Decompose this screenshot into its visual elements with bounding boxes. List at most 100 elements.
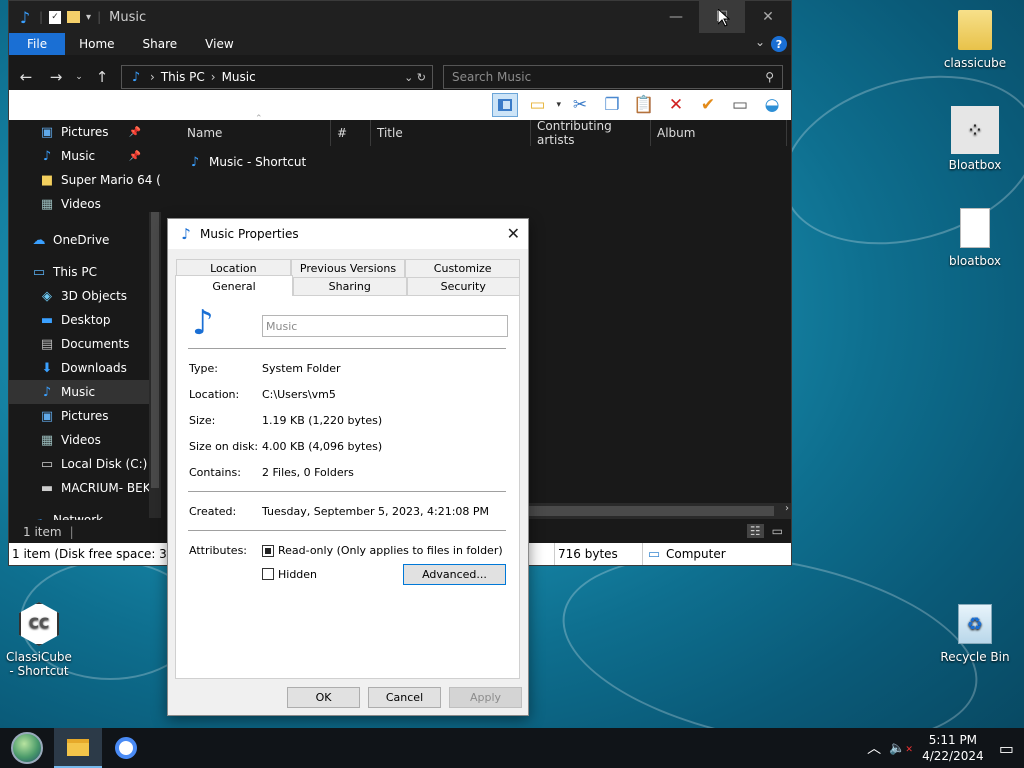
tab-general[interactable]: General — [175, 275, 293, 296]
up-button[interactable]: ↑ — [91, 68, 113, 86]
checkmark-icon[interactable]: ✔ — [695, 93, 721, 117]
breadcrumb-this-pc[interactable]: This PC — [161, 70, 205, 84]
cancel-button[interactable]: Cancel — [368, 687, 441, 708]
breadcrumb-music[interactable]: Music — [222, 70, 256, 84]
size-status: 716 bytes — [555, 543, 643, 565]
desktop-icon-classicube-shortcut[interactable]: CC ClassiCube - Shortcut — [3, 602, 75, 678]
delete-icon[interactable]: ✕ — [663, 93, 689, 117]
breadcrumb-chevron-icon[interactable]: › — [211, 70, 216, 84]
apply-button[interactable]: Apply — [449, 687, 522, 708]
column-headers: Name # Title Contributing artists Album … — [167, 114, 791, 147]
prop-type: Type: System Folder — [189, 362, 341, 375]
sidebar-item-this-pc[interactable]: ▭ This PC — [9, 260, 149, 284]
address-dropdown-icon[interactable]: ⌄ ↻ — [404, 71, 426, 84]
new-folder-dropdown[interactable]: ▾ — [556, 100, 561, 110]
folder-name-field[interactable]: Music — [262, 315, 508, 337]
column-name[interactable]: Name — [167, 120, 331, 146]
readonly-checkbox[interactable]: Read-only (Only applies to files in fold… — [262, 544, 503, 557]
large-icons-view-icon[interactable]: ▭ — [772, 524, 783, 538]
sidebar-item-3d-objects[interactable]: ◈ 3D Objects — [9, 284, 149, 308]
column-contributing-artists[interactable]: Contributing artists — [531, 119, 651, 147]
address-bar[interactable]: ♪ › This PC › Music ⌄ ↻ — [121, 65, 433, 89]
properties-dialog[interactable]: ♪ Music Properties ✕ Location Previous V… — [167, 218, 529, 716]
close-button[interactable]: ✕ — [745, 1, 791, 33]
desktop-icon-label: Bloatbox — [948, 158, 1002, 172]
sidebar-item-downloads[interactable]: ⬇ Downloads — [9, 356, 149, 380]
sidebar-item-videos[interactable]: ▦ Videos — [9, 428, 149, 452]
sidebar-item-documents[interactable]: ▤ Documents — [9, 332, 149, 356]
show-hidden-icons-chevron-icon[interactable]: ︿ — [867, 738, 881, 758]
start-button[interactable] — [0, 728, 54, 768]
back-button[interactable]: ← — [15, 68, 37, 86]
new-folder-icon[interactable] — [67, 11, 81, 23]
recent-locations-dropdown[interactable]: ⌄ — [75, 72, 83, 82]
new-folder-icon[interactable]: ▭ — [524, 93, 550, 117]
shell-icon[interactable]: ◒ — [759, 93, 785, 117]
tab-previous-versions[interactable]: Previous Versions — [290, 259, 406, 277]
cut-icon[interactable]: ✂ — [567, 93, 593, 117]
column-number[interactable]: # — [331, 120, 371, 146]
quick-access-dropdown[interactable]: ▾ — [86, 12, 91, 23]
clock[interactable]: 5:11 PM 4/22/2024 — [921, 732, 985, 764]
tab-sharing[interactable]: Sharing — [293, 277, 407, 295]
volume-muted-icon[interactable]: 🔈✕ — [889, 741, 913, 756]
tab-customize[interactable]: Customize — [405, 259, 521, 277]
sidebar-item-desktop[interactable]: ▬ Desktop — [9, 308, 149, 332]
dialog-titlebar[interactable]: ♪ Music Properties ✕ — [168, 219, 528, 249]
advanced-button[interactable]: Advanced... — [403, 564, 506, 585]
sidebar-item-label: Documents — [61, 337, 130, 351]
navigation-pane[interactable]: ▣ Pictures 📌 ♪ Music 📌 ■ Super Mario 64 (▦ Video… — [9, 120, 163, 520]
ribbon-expand-icon[interactable]: ⌄ — [755, 35, 765, 49]
column-title[interactable]: Title — [371, 120, 531, 146]
help-icon[interactable]: ? — [771, 36, 787, 52]
checkbox-icon[interactable] — [262, 568, 274, 580]
tab-home[interactable]: Home — [65, 33, 128, 55]
tab-share[interactable]: Share — [129, 33, 192, 55]
explorer-titlebar[interactable]: ♪ | ✓ ▾ | Music — ☐ ✕ — [9, 1, 791, 33]
forward-button[interactable]: → — [45, 68, 67, 86]
checkbox-icon[interactable] — [262, 544, 274, 557]
desktop-icon-bloatbox-app[interactable]: ⁘ Bloatbox — [939, 106, 1011, 172]
copy-icon[interactable]: ❐ — [599, 93, 625, 117]
tab-view[interactable]: View — [191, 33, 247, 55]
sidebar-item-music[interactable]: ♪ Music — [9, 380, 149, 404]
preview-pane-icon[interactable] — [492, 93, 519, 117]
properties-icon[interactable]: ✓ — [49, 10, 62, 24]
sidebar-item-macrium-bek[interactable]: ▬ MACRIUM- BEK — [9, 476, 151, 500]
notification-icon[interactable]: ▭ — [999, 739, 1014, 758]
list-item[interactable]: ♪ Music - Shortcut — [167, 150, 791, 174]
sidebar-item-label: Music — [61, 149, 96, 163]
sidebar-item-onedrive[interactable]: ☁ OneDrive — [9, 228, 149, 252]
tab-file[interactable]: File — [9, 33, 66, 55]
paste-icon[interactable]: 📋 — [631, 93, 657, 117]
dialog-close-icon[interactable]: ✕ — [507, 224, 520, 243]
sidebar-item-pictures[interactable]: ▣ Pictures 📌 — [9, 120, 149, 144]
hidden-checkbox[interactable]: Hidden — [262, 568, 317, 581]
chrome-icon — [115, 737, 137, 759]
music-note-icon: ♪ — [42, 148, 52, 164]
cube-icon: ◈ — [42, 288, 52, 304]
desktop-icon-classicube-folder[interactable]: classicube — [939, 8, 1011, 70]
breadcrumb-chevron-icon[interactable]: › — [150, 70, 155, 84]
sidebar-item-local-disk-c[interactable]: ▭ Local Disk (C:) — [9, 452, 149, 476]
sidebar-item-super-mario-64[interactable]: ■ Super Mario 64 ( — [9, 168, 161, 192]
details-view-icon[interactable]: ☷ — [746, 524, 764, 538]
ok-button[interactable]: OK — [287, 687, 360, 708]
sidebar-item-videos[interactable]: ▦ Videos — [9, 192, 149, 216]
desktop-icon-bloatbox-file[interactable]: bloatbox — [939, 206, 1011, 268]
prop-value: System Folder — [262, 362, 341, 375]
tab-security[interactable]: Security — [406, 277, 520, 295]
horizontal-scrollbar[interactable]: › — [529, 503, 791, 519]
column-album[interactable]: Album — [651, 120, 787, 146]
sidebar-item-label: Pictures — [61, 409, 109, 423]
sidebar-item-music[interactable]: ♪ Music 📌 — [9, 144, 149, 168]
sidebar-item-network[interactable]: ☁ Network — [9, 508, 149, 521]
sidebar-item-pictures[interactable]: ▣ Pictures — [9, 404, 149, 428]
taskbar-chrome[interactable] — [102, 728, 150, 768]
search-input[interactable]: Search Music ⚲ — [443, 65, 783, 89]
rename-icon[interactable]: ▭ — [727, 93, 753, 117]
nav-scrollbar[interactable] — [149, 212, 161, 518]
desktop-icon-recycle-bin[interactable]: ♻ Recycle Bin — [939, 602, 1011, 664]
minimize-button[interactable]: — — [653, 1, 699, 33]
taskbar-file-explorer[interactable] — [54, 728, 102, 768]
